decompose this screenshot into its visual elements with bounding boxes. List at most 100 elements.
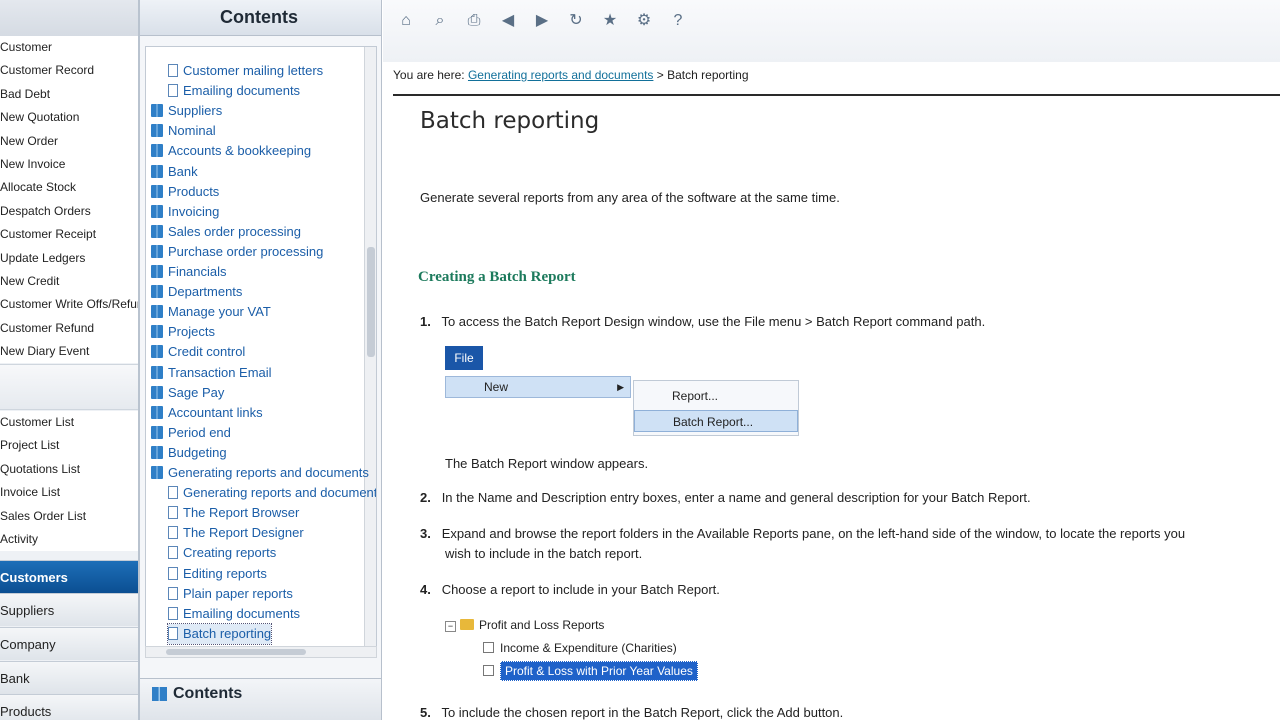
options-icon[interactable]: ⚙ (631, 8, 657, 34)
tree-report-row-selected: Profit & Loss with Prior Year Values (483, 660, 698, 682)
module-button[interactable]: Products (0, 694, 138, 720)
toc-label: Plain paper reports (183, 585, 293, 601)
toc-topic[interactable]: Creating reports (168, 543, 276, 563)
home-icon[interactable]: ⌂ (393, 8, 419, 34)
task-link[interactable]: New Order (0, 130, 138, 153)
task-link[interactable]: Bad Debt (0, 83, 138, 106)
menu-batch-report: Batch Report... (634, 410, 798, 432)
toc-book[interactable]: Accounts & bookkeeping (151, 141, 311, 161)
toc-label: Accountant links (168, 404, 263, 420)
task-link[interactable]: Customer Record (0, 59, 138, 82)
toc-book[interactable]: Accountant links (151, 403, 263, 423)
toc-book[interactable]: Generating reports and documents (151, 463, 369, 483)
task-link[interactable]: New Invoice (0, 153, 138, 176)
step-number: 5. (420, 705, 431, 720)
toc-book[interactable]: Projects (151, 322, 215, 342)
scrollbar-thumb[interactable] (367, 247, 375, 357)
toc-label: Suppliers (168, 103, 223, 119)
step-3: 3. Expand and browse the report folders … (420, 526, 1185, 541)
task-link[interactable]: Invoice List (0, 481, 138, 504)
step-1: 1. To access the Batch Report Design win… (420, 314, 985, 329)
toc-label: Projects (168, 324, 215, 340)
toc-topic[interactable]: Emailing documents (168, 81, 300, 101)
toc-book[interactable]: Nominal (151, 121, 216, 141)
task-link[interactable]: New Quotation (0, 106, 138, 129)
toc-book[interactable]: Departments (151, 282, 242, 302)
task-link[interactable]: Customer Receipt (0, 223, 138, 246)
toc-label: Sales order processing (168, 223, 301, 239)
page-icon (168, 506, 178, 520)
toc-book[interactable]: Manage your VAT (151, 302, 271, 322)
book-icon (151, 445, 163, 459)
favorites-icon[interactable]: ★ (597, 8, 623, 34)
link-list: Customer List Project List Quotations List… (0, 411, 138, 552)
toc-book[interactable]: Suppliers (151, 101, 222, 121)
toc-topic[interactable]: The Report Designer (168, 523, 304, 543)
breadcrumb-current: Batch reporting (667, 68, 749, 82)
task-link[interactable]: Customer List (0, 411, 138, 434)
toc-book[interactable]: Products (151, 182, 219, 202)
step-text: To access the Batch Report Design window… (441, 314, 986, 329)
search-icon[interactable]: ⌕ (427, 8, 453, 34)
contents-tab[interactable]: Contents (140, 678, 381, 720)
task-link[interactable]: Allocate Stock (0, 176, 138, 199)
refresh-icon[interactable]: ↻ (563, 8, 589, 34)
toc-label: Products (168, 183, 220, 199)
forward-icon[interactable]: ▶ (529, 8, 555, 34)
toc-book[interactable]: Budgeting (151, 443, 227, 463)
module-button[interactable]: Company (0, 627, 138, 660)
tree-folder-row: − Profit and Loss Reports (445, 614, 604, 636)
help-icon[interactable]: ? (665, 8, 691, 34)
page-icon (168, 626, 178, 640)
book-icon (151, 164, 163, 178)
contents-header: Contents (140, 0, 381, 36)
task-link[interactable]: Quotations List (0, 458, 138, 481)
toc-book[interactable]: Sales order processing (151, 222, 301, 242)
contents-horizontal-scrollbar[interactable] (145, 646, 377, 658)
task-link[interactable]: Customer (0, 36, 138, 59)
toc-topic[interactable]: Customer mailing letters (168, 61, 323, 81)
step-text: In the Name and Description entry boxes,… (441, 490, 1031, 505)
task-link[interactable]: Customer Write Offs/Refunds (0, 293, 138, 316)
page-icon (168, 586, 178, 600)
scrollbar-thumb[interactable] (166, 649, 306, 655)
task-link[interactable]: Project List (0, 434, 138, 457)
toc-topic[interactable]: Editing reports (168, 564, 267, 584)
task-link[interactable]: New Credit (0, 270, 138, 293)
toc-book[interactable]: Bank (151, 162, 198, 182)
contents-vertical-scrollbar[interactable] (364, 47, 376, 655)
task-link[interactable]: Activity (0, 528, 138, 551)
book-icon (151, 285, 163, 299)
breadcrumb-link[interactable]: Generating reports and documents (468, 68, 653, 82)
print-icon[interactable]: ⎙ (461, 8, 487, 34)
toc-book[interactable]: Purchase order processing (151, 242, 323, 262)
book-icon (151, 365, 163, 379)
task-link[interactable]: New Diary Event (0, 340, 138, 363)
toc-label: The Report Designer (183, 525, 304, 541)
toc-label: Bank (168, 163, 198, 179)
collapse-icon: − (445, 621, 456, 632)
module-button[interactable]: Bank (0, 661, 138, 694)
toc-topic[interactable]: Emailing documents (168, 604, 300, 624)
task-link[interactable]: Customer Refund (0, 317, 138, 340)
task-link[interactable]: Sales Order List (0, 505, 138, 528)
toc-book[interactable]: Transaction Email (151, 363, 272, 383)
help-toolbar: ⌂ ⌕ ⎙ ◀ ▶ ↻ ★ ⚙? (383, 0, 1280, 62)
toc-topic[interactable]: Batch reporting (166, 622, 273, 645)
toc-label: Emailing documents (183, 83, 301, 99)
toc-book[interactable]: Credit control (151, 342, 245, 362)
toc-book[interactable]: Period end (151, 423, 231, 443)
toc-book[interactable]: Invoicing (151, 202, 219, 222)
toc-topic[interactable]: The Report Browser (168, 503, 299, 523)
toc-label: Accounts & bookkeeping (168, 143, 312, 159)
title-divider (393, 94, 1280, 96)
back-icon[interactable]: ◀ (495, 8, 521, 34)
toc-topic[interactable]: Plain paper reports (168, 584, 293, 604)
module-button[interactable]: Customers (0, 560, 138, 593)
task-link[interactable]: Update Ledgers (0, 247, 138, 270)
task-link[interactable]: Despatch Orders (0, 200, 138, 223)
toc-topic[interactable]: Generating reports and documents (168, 483, 376, 503)
module-button[interactable]: Suppliers (0, 593, 138, 626)
toc-book[interactable]: Sage Pay (151, 383, 224, 403)
toc-book[interactable]: Financials (151, 262, 227, 282)
